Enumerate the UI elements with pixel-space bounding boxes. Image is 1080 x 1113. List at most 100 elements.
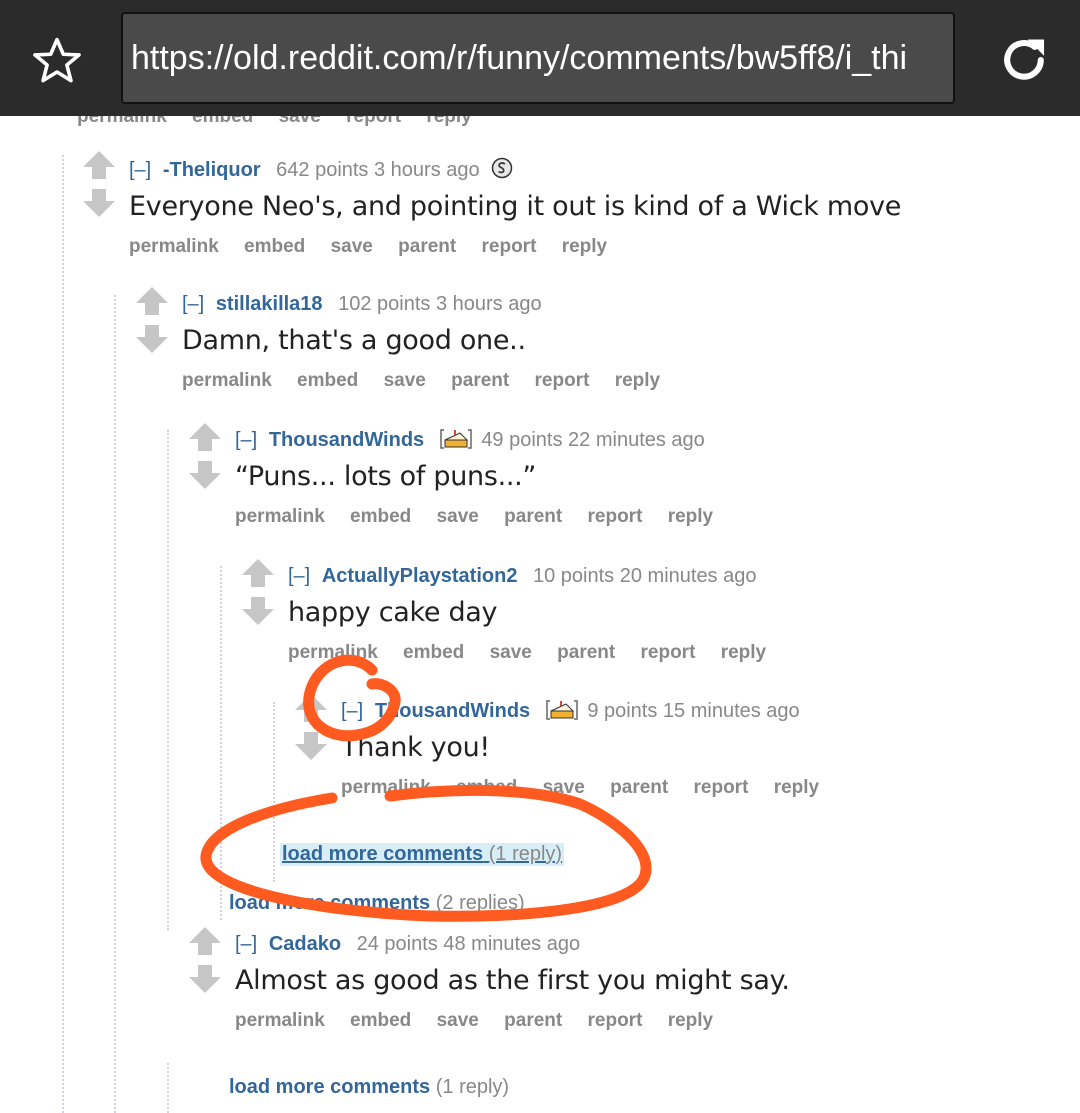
save-link[interactable]: save xyxy=(437,1010,479,1031)
comment: [–] stillakilla18 102 points 3 hours ago… xyxy=(136,287,680,392)
comment: [–] ThousandWinds 9 points 15 minutes ag… xyxy=(295,694,839,799)
parent-link[interactable]: parent xyxy=(557,642,615,663)
save-link[interactable]: save xyxy=(331,236,373,257)
permalink-link[interactable]: permalink xyxy=(341,777,431,798)
embed-link[interactable]: embed xyxy=(350,506,411,527)
comment-meta: 49 points 22 minutes ago xyxy=(481,429,705,451)
thread-line xyxy=(220,566,222,920)
save-link[interactable]: save xyxy=(437,506,479,527)
thread-line xyxy=(273,702,275,882)
load-more-comments[interactable]: load more comments (2 replies) xyxy=(229,892,525,915)
report-link[interactable]: report xyxy=(535,370,590,391)
thread-line xyxy=(167,1063,169,1113)
comment-body: Thank you! xyxy=(341,732,490,763)
comment-body: Almost as good as the first you might sa… xyxy=(235,965,790,996)
comment-buttons: permalink embed save parent report reply xyxy=(235,506,733,528)
comment-tagline: [–] Cadako 24 points 48 minutes ago xyxy=(235,933,790,956)
reply-count: (1 reply) xyxy=(435,1076,510,1098)
embed-link[interactable]: embed xyxy=(244,236,305,257)
save-link[interactable]: save xyxy=(543,777,585,798)
load-more-link[interactable]: load more comments xyxy=(229,1076,430,1098)
vote-arrows xyxy=(83,151,115,217)
comment: [–] ThousandWinds 49 points 22 minutes a… xyxy=(189,423,733,528)
collapse-toggle[interactable]: [–] xyxy=(288,565,310,587)
downvote-arrow-icon[interactable] xyxy=(242,597,274,625)
downvote-arrow-icon[interactable] xyxy=(295,732,327,760)
load-more-link[interactable]: load more comments xyxy=(229,892,430,914)
comment-tagline: [–] ThousandWinds 9 points 15 minutes ag… xyxy=(341,700,839,723)
permalink-link[interactable]: permalink xyxy=(129,236,219,257)
permalink-link[interactable]: permalink xyxy=(235,506,325,527)
comment-author[interactable]: ThousandWinds xyxy=(375,700,530,722)
star-outline-icon[interactable] xyxy=(30,34,84,88)
report-link[interactable]: report xyxy=(588,1010,643,1031)
load-more-link[interactable]: load more comments xyxy=(282,843,483,865)
comment-author[interactable]: stillakilla18 xyxy=(216,293,323,315)
comment-buttons: permalink embed save parent report reply xyxy=(129,236,901,258)
parent-link[interactable]: parent xyxy=(504,506,562,527)
embed-link[interactable]: embed xyxy=(297,370,358,391)
comment-author[interactable]: -Theliquor xyxy=(163,159,261,181)
collapse-toggle[interactable]: [–] xyxy=(182,293,204,315)
upvote-arrow-icon[interactable] xyxy=(136,287,168,315)
comment-author[interactable]: Cadako xyxy=(269,933,341,955)
collapse-toggle[interactable]: [–] xyxy=(341,700,363,722)
load-more-comments[interactable]: load more comments (1 reply) xyxy=(280,843,565,866)
reply-link[interactable]: reply xyxy=(615,370,660,391)
upvote-arrow-icon[interactable] xyxy=(242,559,274,587)
comment-meta: 642 points 3 hours ago xyxy=(276,159,480,181)
downvote-arrow-icon[interactable] xyxy=(189,461,221,489)
reply-link[interactable]: reply xyxy=(721,642,766,663)
save-link[interactable]: save xyxy=(490,642,532,663)
comment-body: happy cake day xyxy=(288,597,498,628)
comment-meta: 102 points 3 hours ago xyxy=(338,293,542,315)
thread-line xyxy=(167,430,169,930)
vote-arrows xyxy=(295,694,327,760)
reply-link[interactable]: reply xyxy=(668,506,713,527)
save-link[interactable]: save xyxy=(384,370,426,391)
embed-link[interactable]: embed xyxy=(456,777,517,798)
comment-body: Everyone Neo's, and pointing it out is k… xyxy=(129,191,902,222)
downvote-arrow-icon[interactable] xyxy=(136,325,168,353)
permalink-link[interactable]: permalink xyxy=(235,1010,325,1031)
parent-link[interactable]: parent xyxy=(398,236,456,257)
report-link[interactable]: report xyxy=(588,506,643,527)
collapse-toggle[interactable]: [–] xyxy=(129,159,151,181)
collapse-toggle[interactable]: [–] xyxy=(235,933,257,955)
vote-arrows xyxy=(136,287,168,353)
comment-meta: 24 points 48 minutes ago xyxy=(356,933,581,955)
permalink-link[interactable]: permalink xyxy=(182,370,272,391)
comment: [–] ActuallyPlaystation2 10 points 20 mi… xyxy=(242,559,786,664)
comment: [–] -Theliquor 642 points 3 hours ago Ev… xyxy=(83,151,902,258)
browser-toolbar: https://old.reddit.com/r/funny/comments/… xyxy=(0,0,1080,116)
upvote-arrow-icon[interactable] xyxy=(189,927,221,955)
parent-link[interactable]: parent xyxy=(451,370,509,391)
load-more-comments[interactable]: load more comments (1 reply) xyxy=(229,1076,509,1099)
url-bar[interactable]: https://old.reddit.com/r/funny/comments/… xyxy=(121,12,955,104)
embed-link[interactable]: embed xyxy=(403,642,464,663)
parent-link[interactable]: parent xyxy=(610,777,668,798)
upvote-arrow-icon[interactable] xyxy=(295,694,327,722)
reply-link[interactable]: reply xyxy=(668,1010,713,1031)
comment-tagline: [–] stillakilla18 102 points 3 hours ago xyxy=(182,293,680,316)
reply-link[interactable]: reply xyxy=(774,777,819,798)
reload-icon[interactable] xyxy=(996,32,1052,88)
parent-link[interactable]: parent xyxy=(504,1010,562,1031)
downvote-arrow-icon[interactable] xyxy=(83,189,115,217)
embed-link[interactable]: embed xyxy=(350,1010,411,1031)
thread-line xyxy=(114,295,116,1113)
report-link[interactable]: report xyxy=(694,777,749,798)
collapse-toggle[interactable]: [–] xyxy=(235,429,257,451)
comment: [–] Cadako 24 points 48 minutes ago Almo… xyxy=(189,927,790,1032)
reply-link[interactable]: reply xyxy=(562,236,607,257)
upvote-arrow-icon[interactable] xyxy=(189,423,221,451)
comment-author[interactable]: ThousandWinds xyxy=(269,429,424,451)
report-link[interactable]: report xyxy=(482,236,537,257)
report-link[interactable]: report xyxy=(641,642,696,663)
upvote-arrow-icon[interactable] xyxy=(83,151,115,179)
reply-count: (1 reply) xyxy=(488,843,563,865)
downvote-arrow-icon[interactable] xyxy=(189,965,221,993)
permalink-link[interactable]: permalink xyxy=(288,642,378,663)
comment-buttons: permalink embed save parent report reply xyxy=(288,642,786,664)
comment-author[interactable]: ActuallyPlaystation2 xyxy=(322,565,518,587)
